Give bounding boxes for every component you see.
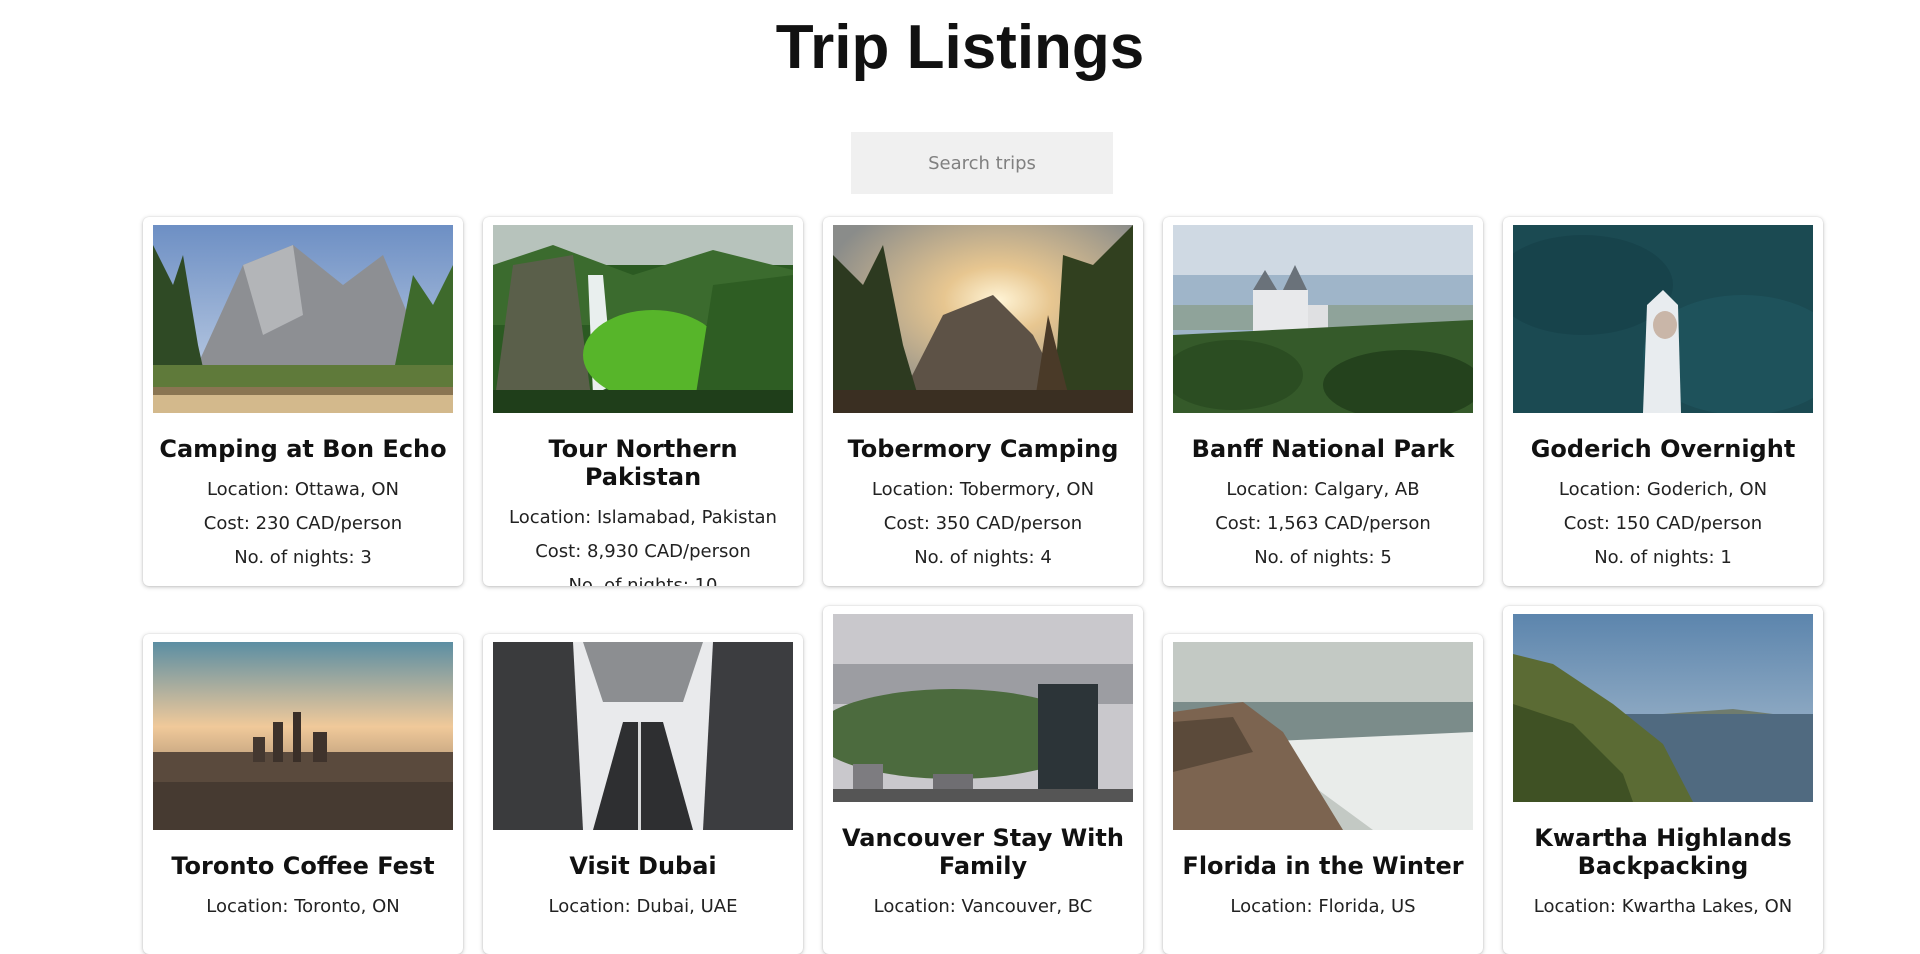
trip-title: Toronto Coffee Fest [171,852,435,880]
trip-card[interactable]: Florida in the Winter Location: Florida,… [1163,634,1483,954]
trip-location: Location: Vancouver, BC [873,896,1093,917]
trip-title: Visit Dubai [569,852,717,880]
trip-card[interactable]: Tour Northern Pakistan Location: Islamab… [483,217,803,586]
search-input[interactable] [851,132,1113,194]
page-title: Trip Listings [775,13,1145,82]
trip-location: Location: Florida, US [1230,896,1416,917]
trip-location: Location: Dubai, UAE [548,896,738,917]
trip-image [833,614,1133,802]
trip-cost: Cost: 8,930 CAD/person [535,541,751,562]
trip-image [1513,614,1813,802]
trip-card[interactable]: Banff National Park Location: Calgary, A… [1163,217,1483,586]
trip-title: Kwartha Highlands Backpacking [1534,824,1792,880]
trip-cost: Cost: 350 CAD/person [883,513,1083,534]
trip-title: Goderich Overnight [1530,435,1796,463]
trip-card[interactable]: Tobermory Camping Location: Tobermory, O… [823,217,1143,586]
trip-title: Vancouver Stay With Family [842,824,1124,880]
trip-title: Camping at Bon Echo [159,435,447,463]
trip-image [1173,642,1473,830]
trip-title: Florida in the Winter [1182,852,1464,880]
trip-image [153,225,453,413]
trip-cost: Cost: 150 CAD/person [1563,513,1763,534]
trip-location: Location: Kwartha Lakes, ON [1533,896,1793,917]
trip-card[interactable]: Visit Dubai Location: Dubai, UAE [483,634,803,954]
trip-nights: No. of nights: 4 [914,547,1052,568]
trip-image [1173,225,1473,413]
trip-title: Banff National Park [1191,435,1455,463]
trip-image [493,225,793,413]
trip-card[interactable]: Camping at Bon Echo Location: Ottawa, ON… [143,217,463,586]
trip-cost: Cost: 1,563 CAD/person [1215,513,1431,534]
trip-location: Location: Ottawa, ON [206,479,400,500]
trip-image [493,642,793,830]
trip-image [1513,225,1813,413]
trip-image [153,642,453,830]
trip-nights: No. of nights: 10 [568,575,718,586]
trip-nights: No. of nights: 5 [1254,547,1392,568]
trip-title: Tour Northern Pakistan [548,435,738,491]
trip-location: Location: Toronto, ON [206,896,400,917]
trip-location: Location: Tobermory, ON [871,479,1095,500]
trip-card[interactable]: Kwartha Highlands Backpacking Location: … [1503,606,1823,954]
trip-location: Location: Calgary, AB [1226,479,1420,500]
trip-nights: No. of nights: 3 [234,547,372,568]
trip-image [833,225,1133,413]
trip-card[interactable]: Toronto Coffee Fest Location: Toronto, O… [143,634,463,954]
trip-nights: No. of nights: 1 [1594,547,1732,568]
trip-cost: Cost: 230 CAD/person [203,513,403,534]
trip-title: Tobermory Camping [847,435,1119,463]
trip-location: Location: Goderich, ON [1558,479,1768,500]
trip-location: Location: Islamabad, Pakistan [509,507,777,528]
trip-card[interactable]: Vancouver Stay With Family Location: Van… [823,606,1143,954]
trip-card[interactable]: Goderich Overnight Location: Goderich, O… [1503,217,1823,586]
